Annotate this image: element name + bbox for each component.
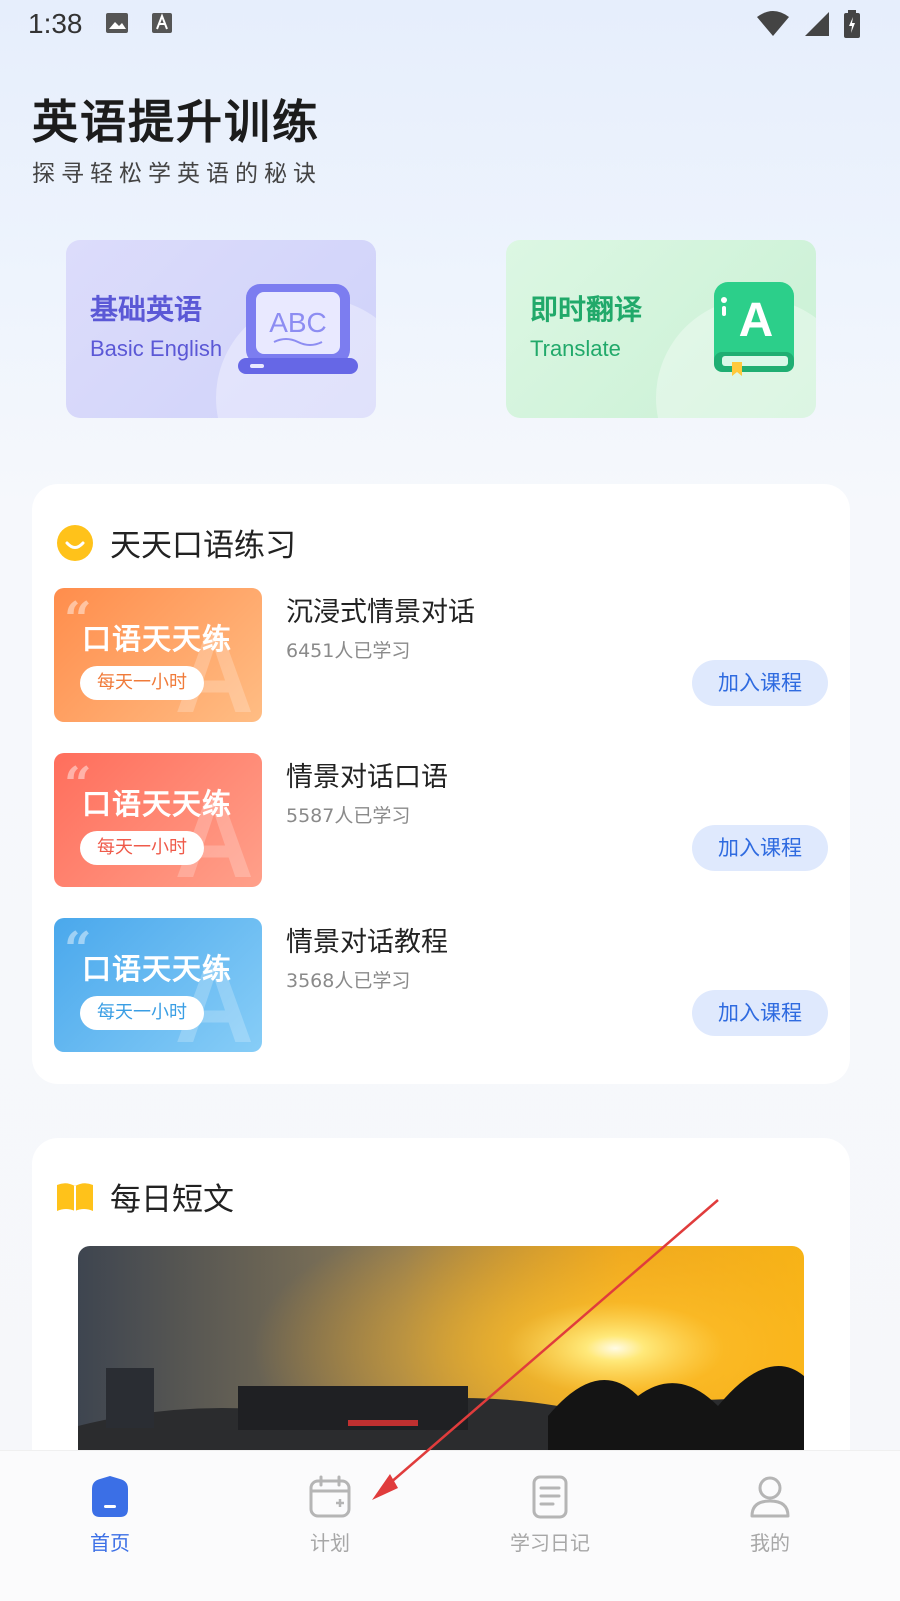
battery-icon <box>844 10 860 38</box>
tab-profile[interactable]: 我的 <box>700 1475 840 1556</box>
smile-bubble-icon <box>57 524 93 561</box>
wifi-icon <box>757 11 789 36</box>
thumb-title: 口语天天练 <box>82 952 233 986</box>
course-item[interactable]: “ A 口语天天练 每天一小时 沉浸式情景对话 6451人已学习 加入课程 <box>54 588 828 722</box>
dictionary-book-icon: A <box>714 282 794 376</box>
tab-home-label: 首页 <box>90 1531 130 1555</box>
basic-english-subtitle: Basic English <box>90 336 223 361</box>
open-book-icon <box>57 1182 93 1211</box>
translate-card[interactable]: 即时翻译 Translate A <box>506 240 816 418</box>
course-item[interactable]: “ A 口语天天练 每天一小时 情景对话教程 3568人已学习 加入课程 <box>54 918 828 1052</box>
thumb-tag: 每天一小时 <box>80 831 204 865</box>
thumb-title: 口语天天练 <box>82 787 233 821</box>
dictionary-letter-text: A <box>739 294 774 347</box>
course-thumbnail: “ A 口语天天练 每天一小时 <box>54 753 262 887</box>
tab-plan-label: 计划 <box>310 1531 350 1555</box>
course-name: 沉浸式情景对话 <box>286 597 475 628</box>
home-icon <box>92 1476 128 1517</box>
status-time: 1:38 <box>28 8 83 39</box>
translate-title: 即时翻译 <box>530 293 643 326</box>
tab-study-diary[interactable]: 学习日记 <box>480 1475 620 1556</box>
image-notification-icon <box>106 13 128 33</box>
notebook-icon <box>532 1475 568 1519</box>
tab-profile-label: 我的 <box>750 1531 790 1555</box>
calendar-icon <box>309 1475 351 1518</box>
laptop-abc-text: ABC <box>269 307 327 338</box>
tab-home[interactable]: 首页 <box>40 1475 180 1556</box>
course-thumbnail: “ A 口语天天练 每天一小时 <box>54 918 262 1052</box>
tab-study-diary-label: 学习日记 <box>510 1531 590 1555</box>
status-system-icons <box>756 10 860 38</box>
basic-english-card[interactable]: 基础英语 Basic English ABC <box>66 240 376 418</box>
laptop-abc-icon: ABC <box>238 284 358 374</box>
page-title: 英语提升训练 <box>32 95 320 149</box>
course-thumbnail: “ A 口语天天练 每天一小时 <box>54 588 262 722</box>
reading-section-header: 每日短文 <box>56 1174 234 1219</box>
course-learner-count: 3568人已学习 <box>286 970 411 992</box>
thumb-title: 口语天天练 <box>82 622 233 656</box>
course-learner-count: 6451人已学习 <box>286 640 411 662</box>
course-item[interactable]: “ A 口语天天练 每天一小时 情景对话口语 5587人已学习 加入课程 <box>54 753 828 887</box>
join-course-button[interactable]: 加入课程 <box>692 825 828 871</box>
course-learner-count: 5587人已学习 <box>286 805 411 827</box>
speaking-practice-section: 天天口语练习 “ A 口语天天练 每天一小时 沉浸式情景对话 6451人已学习 … <box>32 484 850 1084</box>
course-name: 情景对话口语 <box>286 762 448 793</box>
reading-section-title: 每日短文 <box>110 1182 234 1218</box>
status-bar: 1:38 <box>0 0 900 50</box>
speaking-section-title: 天天口语练习 <box>110 528 296 564</box>
page-subtitle: 探寻轻松学英语的秘诀 <box>32 161 322 187</box>
font-notification-icon <box>152 13 172 33</box>
thumb-tag: 每天一小时 <box>80 666 204 700</box>
speaking-section-header: 天天口语练习 <box>56 520 296 565</box>
join-course-button[interactable]: 加入课程 <box>692 990 828 1036</box>
thumb-tag: 每天一小时 <box>80 996 204 1030</box>
status-notification-icons <box>105 12 173 34</box>
tab-plan[interactable]: 计划 <box>260 1475 400 1556</box>
course-name: 情景对话教程 <box>286 927 448 958</box>
translate-subtitle: Translate <box>530 336 621 361</box>
join-course-button[interactable]: 加入课程 <box>692 660 828 706</box>
cellular-signal-icon <box>805 12 829 36</box>
profile-icon <box>750 1476 790 1518</box>
bottom-tab-bar: 首页 计划 学习日记 我的 <box>0 1450 900 1601</box>
basic-english-title: 基础英语 <box>90 293 203 326</box>
